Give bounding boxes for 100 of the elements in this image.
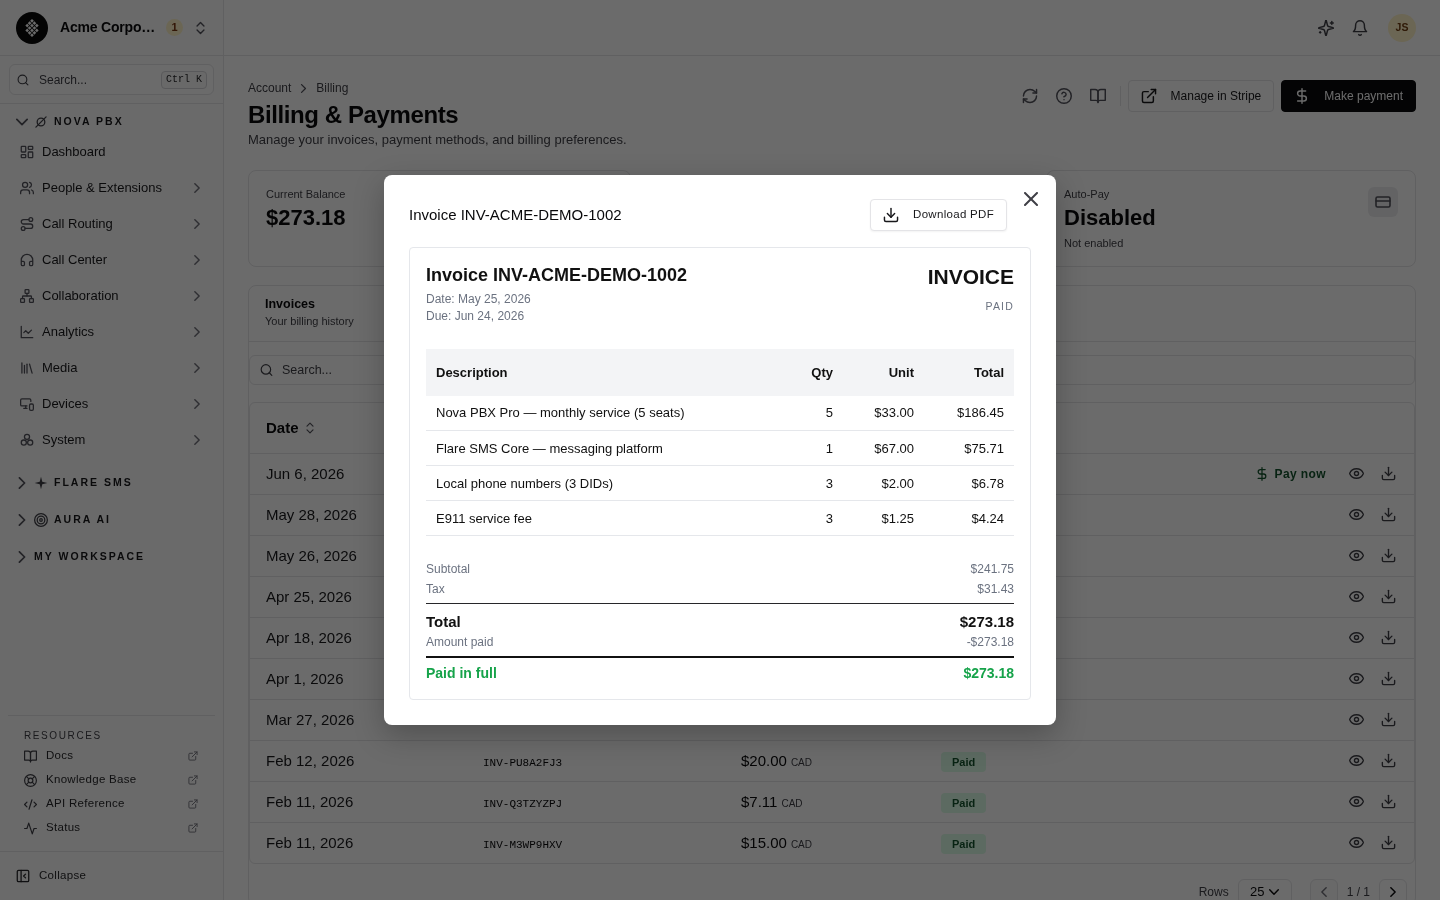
table-cell: Local phone numbers (3 DIDs) [426, 465, 783, 501]
table-cell: Flare SMS Core — messaging platform [426, 430, 783, 466]
download-pdf-button[interactable]: Download PDF [870, 198, 1007, 231]
external-link-icon [188, 775, 198, 785]
currency-code: CAD [790, 838, 812, 850]
table-cell: $4.24 [924, 500, 1014, 536]
page-title: Billing & Payments [248, 100, 459, 130]
download-icon [1380, 630, 1396, 645]
breadcrumb-link[interactable]: Account [248, 81, 292, 95]
table-cell: $6.78 [924, 465, 1014, 501]
payment-status: PAID [985, 298, 1014, 313]
summary-label: Total [426, 612, 461, 633]
summary-label: Tax [426, 581, 445, 599]
table-cell: $186.45 [924, 395, 1014, 431]
nav-item[interactable]: System [0, 422, 223, 458]
book-icon [1089, 88, 1106, 104]
pay-now-button[interactable]: Pay now [1246, 459, 1334, 488]
resource-link[interactable]: Status [8, 816, 215, 840]
chevron-down-icon [1269, 887, 1280, 897]
document-heading: INVOICE [927, 263, 1014, 290]
summary-value: -$273.18 [966, 634, 1014, 652]
resource-link[interactable]: Knowledge Base [8, 768, 215, 792]
download-icon [1380, 835, 1396, 851]
table-cell: E911 service fee [426, 500, 783, 536]
book-icon [24, 749, 37, 763]
chevron-right-icon [299, 83, 309, 93]
resource-link[interactable]: Docs [8, 744, 215, 768]
make-payment-button[interactable]: Make payment [1281, 80, 1416, 112]
column-header: Total [924, 348, 1014, 396]
organization-name[interactable]: Acme Corpo… [60, 17, 156, 38]
user-avatar[interactable]: JS [1388, 13, 1416, 42]
search-icon [17, 73, 29, 86]
close-button[interactable] [1024, 191, 1038, 206]
close-icon [1024, 191, 1038, 206]
credit-card-icon [1368, 187, 1398, 217]
external-link-icon [188, 823, 198, 833]
nav-item[interactable]: People & Extensions [0, 170, 223, 206]
download-icon [1380, 753, 1396, 768]
eye-icon [1348, 507, 1364, 522]
date-cell: May 26, 2026 [266, 546, 357, 564]
table-cell: $75.71 [924, 430, 1014, 466]
line-chart-icon [20, 325, 34, 339]
page-subtitle: Manage your invoices, payment methods, and billing preferences. [248, 131, 627, 149]
download-icon [1380, 671, 1396, 686]
collapse-button[interactable]: Collapse [16, 867, 87, 885]
logo-icon [16, 11, 48, 44]
date-cell: Apr 18, 2026 [266, 628, 352, 646]
download-icon [1380, 589, 1396, 604]
pulse-icon [24, 821, 37, 835]
download-icon [1380, 548, 1396, 563]
nav-item[interactable]: Call Center [0, 242, 223, 278]
page-indicator: 1 / 1 [1346, 884, 1370, 900]
invoice-due-date: Due: Jun 24, 2026 [426, 307, 525, 325]
nav-item[interactable]: Collaboration [0, 278, 223, 314]
section-header[interactable]: FLARE SMS [0, 471, 223, 495]
invoice-date: Date: May 25, 2026 [426, 290, 531, 308]
manage-stripe-button[interactable]: Manage in Stripe [1127, 80, 1275, 112]
chevron-right-icon [1388, 887, 1398, 897]
eye-icon [1348, 712, 1364, 727]
refresh-icon [1021, 88, 1038, 104]
amount-value: $7.11 [741, 792, 778, 810]
nav-item[interactable]: Devices [0, 386, 223, 422]
next-page-button[interactable] [1379, 879, 1407, 900]
eye-icon [1348, 548, 1364, 563]
modal-title: Invoice INV-ACME-DEMO-1002 [409, 204, 622, 225]
section-header[interactable]: NOVA PBX [0, 110, 223, 134]
nav-item[interactable]: Media [0, 350, 223, 386]
summary-value: $273.18 [963, 664, 1014, 684]
section-header[interactable]: AURA AI [0, 508, 223, 532]
resource-link[interactable]: API Reference [8, 792, 215, 816]
collapse-panel-icon [16, 869, 30, 883]
column-header[interactable]: Date [266, 416, 315, 439]
table-cell: 1 [783, 430, 843, 466]
circles-icon [20, 433, 34, 447]
eye-icon [1348, 630, 1364, 645]
eye-icon [1348, 589, 1364, 604]
nav-item[interactable]: Call Routing [0, 206, 223, 242]
table-cell: $2.00 [843, 465, 924, 501]
sparkles-icon [1318, 19, 1334, 36]
lifebuoy-icon [24, 773, 37, 787]
search-icon [260, 363, 273, 377]
summary-value: $241.75 [970, 561, 1014, 579]
chevron-right-icon [16, 551, 28, 563]
chevron-down-icon [16, 116, 28, 128]
grid-icon [20, 145, 34, 159]
section-header[interactable]: MY WORKSPACE [0, 545, 223, 569]
nav-item[interactable]: Dashboard [0, 134, 223, 170]
invoice-title: Invoice INV-ACME-DEMO-1002 [426, 263, 688, 286]
card-title: Invoices [265, 296, 316, 312]
breadcrumb-current: Billing [316, 81, 349, 95]
chevron-right-icon [16, 514, 28, 526]
eye-icon [1348, 835, 1364, 851]
column-header: Qty [783, 348, 843, 396]
bell-icon [1352, 19, 1368, 36]
chevron-left-icon [1318, 887, 1329, 897]
amount-value: $20.00 [741, 751, 787, 769]
nav-item[interactable]: Analytics [0, 314, 223, 350]
date-cell: Mar 27, 2026 [266, 710, 355, 728]
page-size-select[interactable]: 25 [1237, 879, 1292, 900]
up-down-chevron-icon [195, 20, 206, 35]
